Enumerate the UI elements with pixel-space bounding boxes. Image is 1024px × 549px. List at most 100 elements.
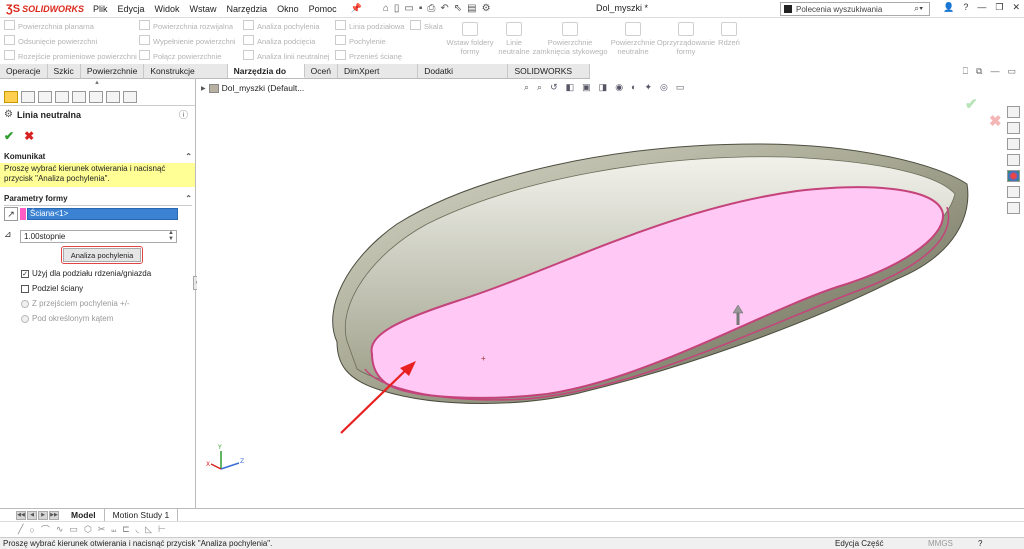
params-section-header[interactable]: Parametry formy ⌃ [4,194,192,206]
menu-narzedzia[interactable]: Narzędzia [222,4,273,14]
tab-model[interactable]: Model [63,509,105,521]
configuration-manager-tab-icon[interactable] [38,91,52,103]
tab-powierzchnie[interactable]: Powierzchnie [81,64,145,78]
tab-dodatki[interactable]: Dodatki SOLIDWORKS [418,64,509,90]
view-split-icon[interactable]: ⎕ [963,66,968,77]
ribbon-parting-surfaces[interactable]: Powierzchnie neutralne [608,22,658,56]
solidworks-logo[interactable]: ƷS SOLIDWORKS [0,0,88,18]
ribbon-fill-surface[interactable]: Wypełnienie powierzchni [139,35,235,48]
file-explorer-icon[interactable] [1007,138,1020,150]
search-icon[interactable]: ⌕▾ [914,3,923,14]
user-icon[interactable]: 👤 [943,2,954,13]
select-icon[interactable]: ⇖ [454,3,462,14]
spline-icon[interactable]: ∿ [56,524,64,535]
ribbon-knit-surface[interactable]: Połącz powierzchnie [139,50,235,63]
collapse-arrow-icon[interactable]: ▲ [94,80,100,86]
ribbon-planar-surface[interactable]: Powierzchnia planarna [4,20,137,33]
ribbon-split-line[interactable]: Linia podziałowa [335,20,404,33]
save-icon[interactable]: ▪ [419,3,423,14]
menu-widok[interactable]: Widok [150,4,185,14]
menu-okno[interactable]: Okno [272,4,304,14]
fillet-icon[interactable]: ◟ [136,524,140,535]
menu-edycja[interactable]: Edycja [113,4,150,14]
split-faces-checkbox[interactable]: Podziel ściany [21,284,83,293]
appearances-icon[interactable] [1007,170,1020,182]
graphics-area[interactable]: ▶ Dol_myszki (Default... ⌕ ⌕ ↺ ◧ ▣ ◨ ◉ ◐… [197,79,1003,508]
tab-ocen[interactable]: Oceń [305,64,338,78]
at-angle-radio[interactable]: Pod określonym kątem [21,314,113,323]
view-restore-icon[interactable]: ⧉ [976,66,982,77]
use-core-cavity-checkbox[interactable]: ✓ Użyj dla podziału rdzenia/gniazda [21,269,151,278]
ribbon-shut-off-surfaces[interactable]: Powierzchnie zamknięcia stykowego [532,22,608,56]
tab-narzedzia-do-form[interactable]: Narzędzia do form [227,64,305,90]
ribbon-move-face[interactable]: Przenieś ścianę [335,50,404,63]
menu-pomoc[interactable]: Pomoc [304,4,342,14]
ribbon-undercut-analysis[interactable]: Analiza podcięcia [243,35,330,48]
forum-icon[interactable] [1007,202,1020,214]
transition-radio[interactable]: Z przejściem pochylenia +/- [21,299,130,308]
display-manager-tab-icon[interactable] [72,91,86,103]
ribbon-core[interactable]: Rdzeń [714,22,744,47]
spinner-icon[interactable]: ▲ ▼ [168,230,174,242]
ribbon-tooling-split[interactable]: Oprzyrządowanie formy [656,22,716,56]
close-icon[interactable]: ✕ [1012,2,1020,13]
tab-konstrukcje-spawane[interactable]: Konstrukcje spawane [144,64,228,90]
cam-tool-tab-icon[interactable] [123,91,137,103]
tab-dimxpert[interactable]: DimXpert Wymiarów [338,64,419,90]
ribbon-offset-surface[interactable]: Odsunięcie powierzchni [4,35,137,48]
rebuild-icon[interactable]: ▤ [467,3,476,14]
next-tab-icon[interactable]: ▶ [38,510,48,520]
solidworks-resources-icon[interactable] [1007,106,1020,118]
feature-manager-tab-icon[interactable] [4,91,18,103]
first-tab-icon[interactable]: ◀◀ [16,510,26,520]
trim-icon[interactable]: ✂ [98,524,106,535]
cam-feature-tab-icon[interactable] [89,91,103,103]
new-icon[interactable]: ▯ [394,3,400,14]
offset-icon[interactable]: ⊏ [122,524,130,535]
view-palette-icon[interactable] [1007,154,1020,166]
pin-icon[interactable]: 📌 [346,3,367,14]
undo-icon[interactable]: ↶ [440,3,448,14]
options-icon[interactable]: ⚙ [482,3,491,14]
polygon-icon[interactable]: ⬡ [84,524,92,535]
restore-icon[interactable]: ❐ [995,2,1003,13]
menu-wstaw[interactable]: Wstaw [185,4,222,14]
draft-angle-input[interactable]: 1.00stopnie ▲ ▼ [20,229,177,243]
view-minimize-icon[interactable]: — [990,66,999,77]
search-input[interactable]: Polecenia wyszukiwania ⌕▾ [780,2,930,16]
tab-solidworks-cam[interactable]: SOLIDWORKS CAM [508,64,590,90]
prev-tab-icon[interactable]: ◀ [27,510,37,520]
direction-arrow-icon[interactable]: ↗ [4,207,18,221]
design-library-icon[interactable] [1007,122,1020,134]
status-help-icon[interactable]: ? [978,538,982,549]
ribbon-draft[interactable]: Pochylenie [335,35,404,48]
ribbon-parting-lines[interactable]: Linie neutralne [494,22,534,56]
view-maximize-icon[interactable]: ▭ [1007,66,1016,77]
arc-icon[interactable]: ⌒ [41,523,50,536]
face-selection-box[interactable]: Ściana<1> [27,208,178,220]
home-icon[interactable]: ⌂ [383,3,389,14]
ribbon-radiate-surface[interactable]: Rozejście promieniowe powierzchni [4,50,137,63]
tab-szkic[interactable]: Szkic [48,64,81,78]
ribbon-insert-mold-folders[interactable]: Wstaw foldery formy [444,22,496,56]
open-icon[interactable]: ▭ [404,3,413,14]
help-icon[interactable]: ⓘ [179,108,188,121]
chamfer-icon[interactable]: ◺ [145,524,152,535]
rectangle-icon[interactable]: ▭ [69,524,78,535]
custom-properties-icon[interactable] [1007,186,1020,198]
ribbon-draft-analysis[interactable]: Analiza pochylenia [243,20,330,33]
ribbon-parting-line-analysis[interactable]: Analiza linii neutralnej [243,50,330,63]
print-icon[interactable]: ⎙ [427,3,435,14]
dimxpert-tab-icon[interactable] [55,91,69,103]
ok-check-icon[interactable]: ✔ [4,129,14,143]
tab-motion-study[interactable]: Motion Study 1 [105,509,179,521]
status-units[interactable]: MMGS [928,538,953,549]
property-manager-tab-icon[interactable] [21,91,35,103]
draft-analysis-button[interactable]: Analiza pochylenia [63,248,141,262]
cancel-x-icon[interactable]: ✖ [24,129,34,143]
menu-plik[interactable]: Plik [88,4,113,14]
tab-operacje[interactable]: Operacje [0,64,48,78]
last-tab-icon[interactable]: ▶▶ [49,510,59,520]
cam-operation-tab-icon[interactable] [106,91,120,103]
minimize-icon[interactable]: — [977,2,986,13]
